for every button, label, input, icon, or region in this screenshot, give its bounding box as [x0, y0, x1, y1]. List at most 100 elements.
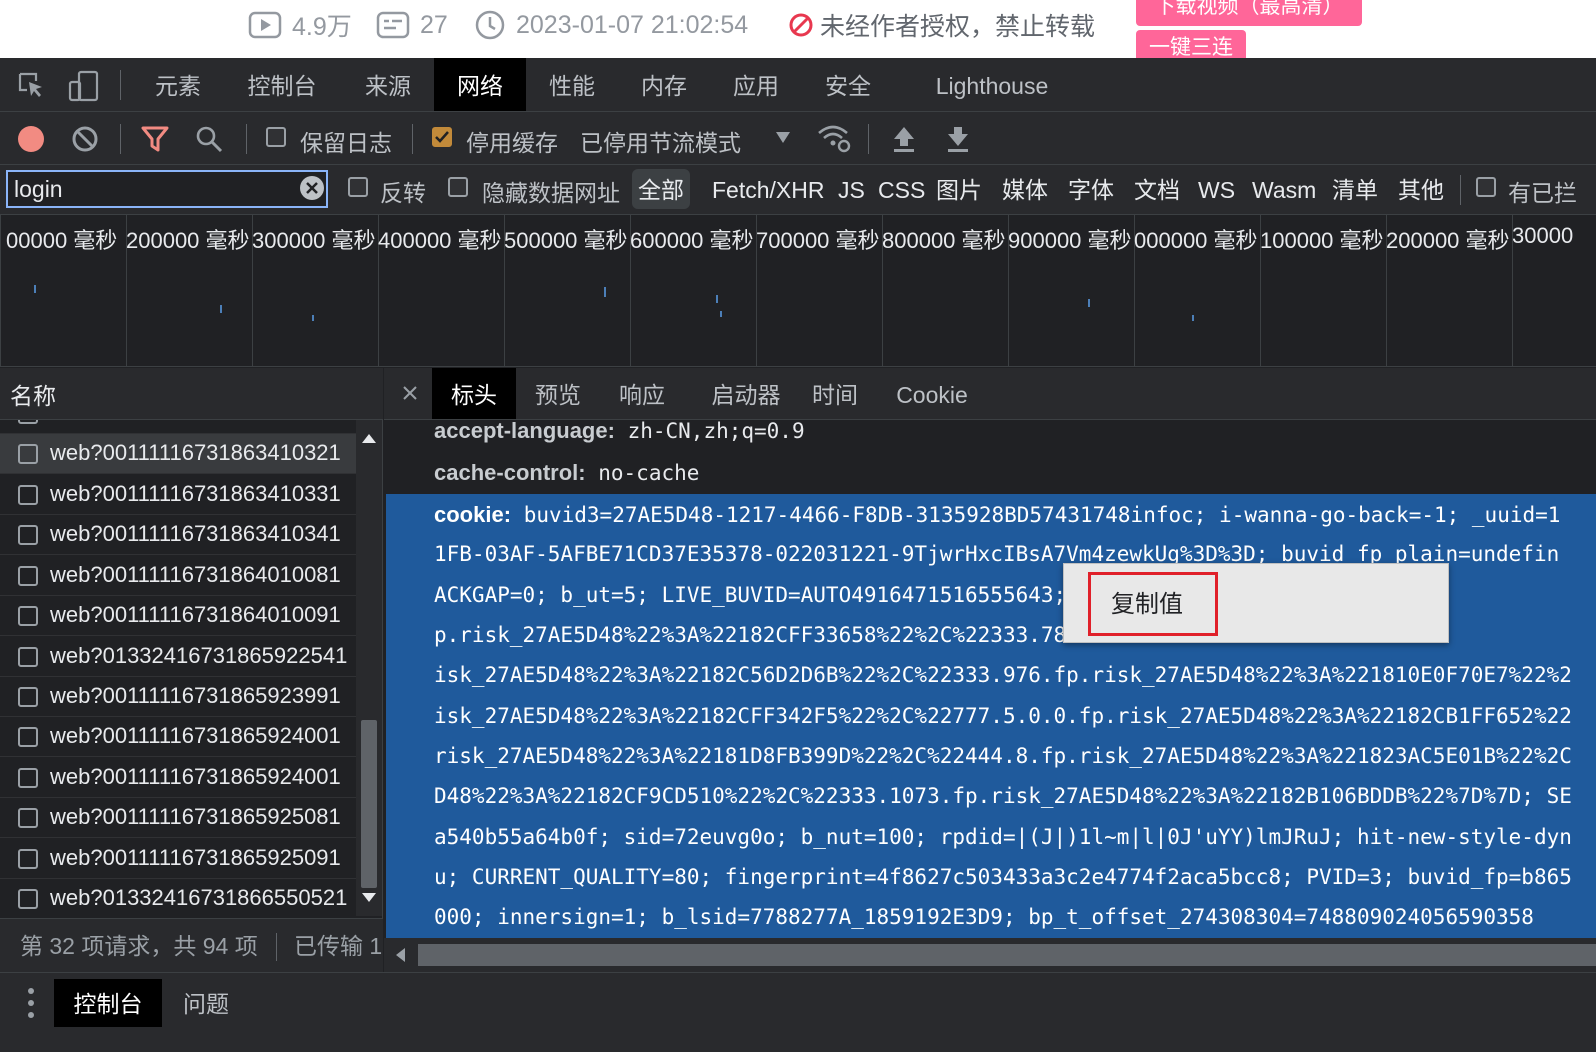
- tab-lighthouse[interactable]: Lighthouse: [920, 58, 1064, 111]
- table-row[interactable]: [0, 420, 356, 434]
- checkmark-icon: [435, 131, 449, 143]
- tab-application[interactable]: 应用: [714, 58, 798, 111]
- danmaku-count: 27: [376, 10, 448, 40]
- type-filter-img[interactable]: 图片: [936, 169, 982, 209]
- preserve-log-checkbox[interactable]: [266, 127, 286, 147]
- list-scrollbar[interactable]: [356, 420, 382, 916]
- tab-sources[interactable]: 来源: [346, 58, 430, 111]
- table-row[interactable]: web?00111116731865923991: [0, 677, 356, 717]
- inspect-element-icon[interactable]: [16, 70, 46, 100]
- invert-checkbox[interactable]: [348, 177, 368, 197]
- table-row[interactable]: web?00111116731863410331: [0, 475, 356, 515]
- type-filter-other[interactable]: 其他: [1398, 169, 1444, 209]
- type-filter-css[interactable]: CSS: [878, 169, 925, 209]
- more-options-icon[interactable]: [24, 985, 38, 1021]
- horizontal-scroll-thumb[interactable]: [418, 944, 1596, 966]
- invert-label: 反转: [380, 180, 426, 206]
- network-overview[interactable]: 00000 毫秒 200000 毫秒 300000 毫秒 400000 毫秒 5…: [0, 215, 1596, 367]
- request-name: web?00111116731865924001: [50, 723, 341, 748]
- danmaku-count-text: 27: [420, 10, 448, 39]
- drawer-tab-console[interactable]: 控制台: [54, 979, 162, 1027]
- network-toolbar: 保留日志 停用缓存 已停用节流模式: [0, 112, 1596, 165]
- tab-initiator[interactable]: 启动器: [692, 368, 800, 419]
- row-checkbox: [18, 606, 38, 626]
- disable-cache-checkbox[interactable]: [432, 127, 452, 147]
- record-icon[interactable]: [16, 124, 46, 154]
- details-horizontal-scrollbar[interactable]: [384, 938, 1596, 972]
- blocked-cookies-checkbox[interactable]: [1476, 177, 1496, 197]
- type-filter-doc[interactable]: 文档: [1134, 169, 1180, 209]
- tab-preview[interactable]: 预览: [520, 368, 596, 419]
- publish-time-text: 2023-01-07 21:02:54: [516, 10, 749, 39]
- request-name: web?00111116731865923991: [50, 683, 341, 708]
- type-filter-js[interactable]: JS: [838, 169, 865, 209]
- table-row[interactable]: web?00111116731865924001: [0, 717, 356, 757]
- request-mark: [716, 295, 718, 303]
- close-details-icon[interactable]: [402, 385, 418, 401]
- throttling-select[interactable]: 已停用节流模式: [580, 124, 741, 158]
- table-row[interactable]: web?00111116731863410341: [0, 515, 356, 555]
- grid-line: [0, 215, 1, 366]
- tab-security[interactable]: 安全: [806, 58, 890, 111]
- table-row[interactable]: web?00111116731865925091: [0, 839, 356, 879]
- tab-console[interactable]: 控制台: [234, 58, 330, 111]
- row-checkbox: [18, 420, 38, 424]
- request-name: web?01332416731866550521: [50, 885, 348, 910]
- drawer-tab-issues[interactable]: 问题: [176, 979, 236, 1027]
- cookie-key: cookie:: [434, 502, 512, 527]
- tab-cookies[interactable]: Cookie: [880, 368, 984, 419]
- type-filter-fetch-xhr[interactable]: Fetch/XHR: [712, 169, 824, 209]
- tab-network[interactable]: 网络: [434, 58, 526, 111]
- table-row[interactable]: web?01332416731866550521: [0, 879, 356, 916]
- tab-timing[interactable]: 时间: [800, 368, 870, 419]
- type-filter-ws[interactable]: WS: [1198, 169, 1235, 209]
- type-filter-wasm[interactable]: Wasm: [1252, 169, 1316, 209]
- tab-elements[interactable]: 元素: [136, 58, 220, 111]
- filter-icon[interactable]: [140, 124, 170, 154]
- download-video-button[interactable]: 下载视频（最高清）: [1136, 0, 1362, 26]
- scroll-down-icon[interactable]: [361, 892, 377, 904]
- device-toolbar-icon[interactable]: [68, 70, 100, 102]
- tab-memory[interactable]: 内存: [622, 58, 706, 111]
- export-har-icon[interactable]: [944, 124, 972, 154]
- name-column-header[interactable]: 名称: [0, 368, 383, 420]
- copy-value-menu-item[interactable]: 复制值: [1088, 572, 1218, 636]
- table-row[interactable]: web?00111116731864010091: [0, 596, 356, 636]
- type-filter-media[interactable]: 媒体: [1002, 169, 1048, 209]
- type-filter-font[interactable]: 字体: [1068, 169, 1114, 209]
- cookie-header-selected[interactable]: cookie: buvid3=27AE5D48-1217-4466-F8DB-3…: [386, 494, 1596, 938]
- clear-icon[interactable]: [70, 124, 100, 154]
- table-row[interactable]: web?00111116731863410321: [0, 434, 356, 474]
- tab-performance[interactable]: 性能: [530, 58, 614, 111]
- tab-headers[interactable]: 标头: [432, 368, 516, 419]
- publish-time: 2023-01-07 21:02:54: [474, 10, 748, 40]
- header-value: no-cache: [598, 461, 700, 485]
- scroll-thumb[interactable]: [361, 720, 377, 888]
- cookie-line: 000; innersign=1; b_lsid=7788277A_185919…: [434, 905, 1534, 929]
- table-row[interactable]: web?00111116731865924001: [0, 758, 356, 798]
- tick-label: 30000: [1512, 223, 1574, 248]
- row-checkbox: [18, 444, 38, 464]
- scroll-left-icon[interactable]: [394, 947, 406, 963]
- triple-action-button[interactable]: 一键三连: [1136, 30, 1246, 58]
- tab-response[interactable]: 响应: [604, 368, 680, 419]
- request-name: web?00111116731863410341: [50, 521, 341, 546]
- chevron-down-icon[interactable]: [774, 130, 792, 146]
- row-checkbox: [18, 485, 38, 505]
- type-filter-all[interactable]: 全部: [632, 169, 690, 209]
- danmaku-icon: [376, 11, 410, 39]
- request-mark: [312, 315, 314, 321]
- search-icon[interactable]: [194, 124, 224, 154]
- type-filter-manifest[interactable]: 清单: [1332, 169, 1378, 209]
- clock-icon: [475, 10, 505, 40]
- table-row[interactable]: web?01332416731865922541: [0, 637, 356, 677]
- table-row[interactable]: web?00111116731865925081: [0, 798, 356, 838]
- filter-input[interactable]: login: [6, 170, 328, 208]
- import-har-icon[interactable]: [890, 124, 918, 154]
- scroll-up-icon[interactable]: [361, 432, 377, 444]
- clear-filter-icon[interactable]: [300, 176, 324, 200]
- hide-data-urls-checkbox[interactable]: [448, 177, 468, 197]
- network-conditions-icon[interactable]: [816, 122, 852, 154]
- table-row[interactable]: web?00111116731864010081: [0, 556, 356, 596]
- request-name: web?00111116731865924001: [50, 764, 341, 789]
